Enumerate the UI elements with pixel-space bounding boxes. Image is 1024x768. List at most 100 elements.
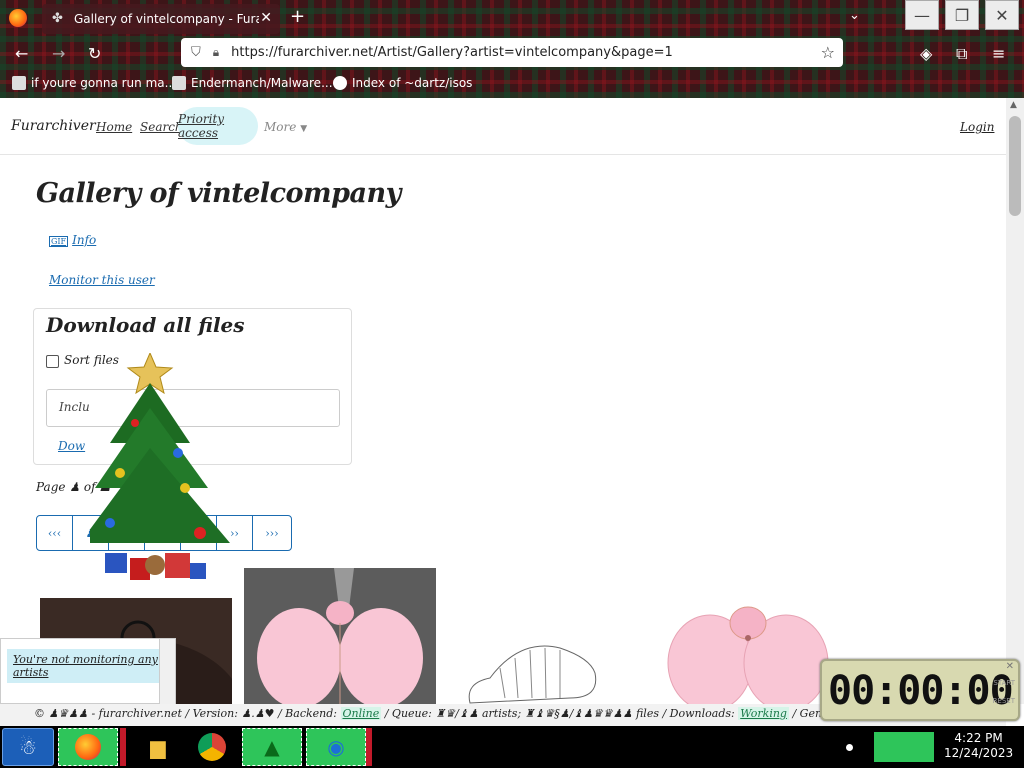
start-label[interactable]: START <box>993 679 1015 687</box>
shield-icon[interactable]: ⛉ <box>191 45 201 60</box>
taskbar: ☃ ▆ ▲ ◉ 4:22 PM 12/24/2023 <box>0 726 1024 768</box>
taskbar-time: 4:22 PM <box>954 731 1003 745</box>
scroll-thumb[interactable] <box>1009 116 1021 216</box>
bookmark-item[interactable]: Index of ~dartz/isos <box>333 76 472 90</box>
puzzle-icon: ✤ <box>52 11 63 26</box>
downloads-status[interactable]: Working <box>738 707 789 720</box>
minimize-button[interactable]: — <box>905 0 939 30</box>
gallery-thumbnail[interactable] <box>244 568 436 704</box>
thumbnail-image <box>468 645 597 704</box>
page-link[interactable]: ♝ <box>109 516 145 550</box>
chevron-down-icon[interactable]: ⌄ <box>849 8 860 23</box>
bookmark-item[interactable]: Endermanch/Malware... <box>172 76 333 90</box>
restore-button[interactable]: ❐ <box>945 0 979 30</box>
tab-bar: ✤ Gallery of vintelcompany - Furarchiver… <box>0 0 1024 36</box>
menu-icon[interactable]: ≡ <box>992 44 1005 63</box>
nav-login[interactable]: Login <box>960 120 994 134</box>
globe-icon <box>333 76 347 90</box>
page-title: Gallery of vintelcompany <box>36 178 401 209</box>
site-brand[interactable]: Furarchiver <box>11 118 96 134</box>
thumbnail-image <box>244 568 436 704</box>
nav-more-dropdown[interactable]: More ▼ <box>264 120 307 134</box>
browser-chrome: ✤ Gallery of vintelcompany - Furarchiver… <box>0 0 1024 98</box>
bookmark-icon <box>172 76 186 90</box>
page-scrollbar[interactable]: ▲ <box>1006 98 1024 704</box>
close-tab-icon[interactable]: ✕ <box>260 10 272 26</box>
forward-icon[interactable]: → <box>52 44 65 63</box>
sort-files-label: Sort files <box>64 353 119 367</box>
taskbar-clock[interactable]: 4:22 PM 12/24/2023 <box>944 731 1013 761</box>
download-card-title: Download all files <box>46 313 245 337</box>
pocket-icon[interactable]: ◈ <box>920 44 932 63</box>
gallery-thumbnail[interactable] <box>460 628 605 704</box>
bookmark-icon <box>12 76 26 90</box>
tray-dot-icon <box>846 744 853 751</box>
chrome-icon <box>198 733 226 761</box>
bookmark-star-icon[interactable]: ☆ <box>821 43 835 62</box>
taskbar-separator <box>120 728 126 766</box>
page-next[interactable]: ›› <box>217 516 253 550</box>
nav-home[interactable]: Home <box>96 120 132 134</box>
url-text[interactable]: https://furarchiver.net/Artist/Gallery?a… <box>231 45 673 60</box>
sort-files-checkbox[interactable] <box>46 355 59 368</box>
extensions-icon[interactable]: ⧉ <box>956 44 967 64</box>
monitor-status-text[interactable]: You're not monitoring any artists <box>7 649 175 683</box>
scroll-up-icon[interactable]: ▲ <box>1010 100 1017 110</box>
include-input[interactable]: Inclu <box>46 389 340 427</box>
app-icon: ◉ <box>327 735 345 759</box>
monitor-panel: You're not monitoring any artists <box>0 638 176 704</box>
bookmark-label: Endermanch/Malware... <box>191 76 333 90</box>
page-indicator: Page ♟ of ☗ <box>36 480 111 494</box>
page-first[interactable]: ‹‹‹ <box>37 516 73 550</box>
santa-icon: ☃ <box>19 735 37 759</box>
taskbar-tree-app[interactable]: ▲ <box>242 728 302 766</box>
reset-label[interactable]: RESET <box>993 697 1015 705</box>
new-tab-icon[interactable]: + <box>290 6 305 27</box>
backend-status[interactable]: Online <box>340 707 382 720</box>
download-card: Download all files Sort files Inclu Dow <box>33 308 352 465</box>
close-window-button[interactable]: ✕ <box>985 0 1019 30</box>
footer-prefix: © ♟♛♟♟ - furarchiver.net / Version: ♟.♟♥… <box>34 707 341 720</box>
gallery-thumbnail[interactable] <box>662 588 834 704</box>
pagination: ‹‹‹ ♟ ♝ § ♜ ›› ››› <box>36 515 292 551</box>
url-bar[interactable]: ⛉ 🔒︎ https://furarchiver.net/Artist/Gall… <box>181 38 843 67</box>
start-button[interactable]: ☃ <box>2 728 54 766</box>
nav-more-label: More <box>264 120 297 134</box>
monitor-user-link[interactable]: Monitor this user <box>49 273 155 287</box>
page-last[interactable]: ››› <box>253 516 291 550</box>
nav-search[interactable]: Search <box>140 120 183 134</box>
taskbar-explorer[interactable]: ▆ <box>128 728 188 766</box>
taskbar-app[interactable]: ◉ <box>306 728 366 766</box>
download-link[interactable]: Dow <box>58 439 85 453</box>
page-link[interactable]: ♟ <box>73 516 109 550</box>
nav-priority-access[interactable]: Priority access <box>178 107 258 145</box>
countdown-digits: 00:00:00 <box>828 668 1014 714</box>
tab-title: Gallery of vintelcompany - Furarchiver <box>74 12 259 26</box>
site-navbar: Furarchiver Home Search Priority access … <box>0 98 1006 155</box>
firefox-icon <box>75 734 101 760</box>
tree-icon: ▲ <box>264 735 280 759</box>
countdown-widget[interactable]: 00:00:00 ✕ START RESET <box>820 659 1020 721</box>
taskbar-date: 12/24/2023 <box>944 746 1014 760</box>
lock-icon[interactable]: 🔒︎ <box>213 45 219 60</box>
footer-mid: / Queue: ♜♛/♝♟ artists; ♜♝♛§♟/♝♟♛♛♟♟ fil… <box>381 707 739 720</box>
page-content: Furarchiver Home Search Priority access … <box>0 98 1006 704</box>
taskbar-firefox[interactable] <box>58 728 118 766</box>
system-tray[interactable] <box>874 732 934 762</box>
browser-tab[interactable]: ✤ Gallery of vintelcompany - Furarchiver… <box>42 4 280 34</box>
info-label: Info <box>72 233 97 247</box>
taskbar-chrome[interactable] <box>182 728 242 766</box>
firefox-icon[interactable] <box>9 9 27 27</box>
close-icon[interactable]: ✕ <box>1006 661 1014 672</box>
taskbar-separator <box>366 728 372 766</box>
bookmark-item[interactable]: if youre gonna run ma... <box>12 76 176 90</box>
bookmark-label: Index of ~dartz/isos <box>352 76 473 90</box>
caret-down-icon: ▼ <box>300 124 308 134</box>
monitor-panel-scrollbar[interactable] <box>159 639 175 704</box>
thumbnail-image <box>667 606 829 704</box>
page-link[interactable]: ♜ <box>181 516 217 550</box>
back-icon[interactable]: ← <box>15 44 28 63</box>
info-link[interactable]: GIF Info <box>49 233 96 247</box>
reload-icon[interactable]: ↻ <box>88 44 101 63</box>
page-link[interactable]: § <box>145 516 181 550</box>
